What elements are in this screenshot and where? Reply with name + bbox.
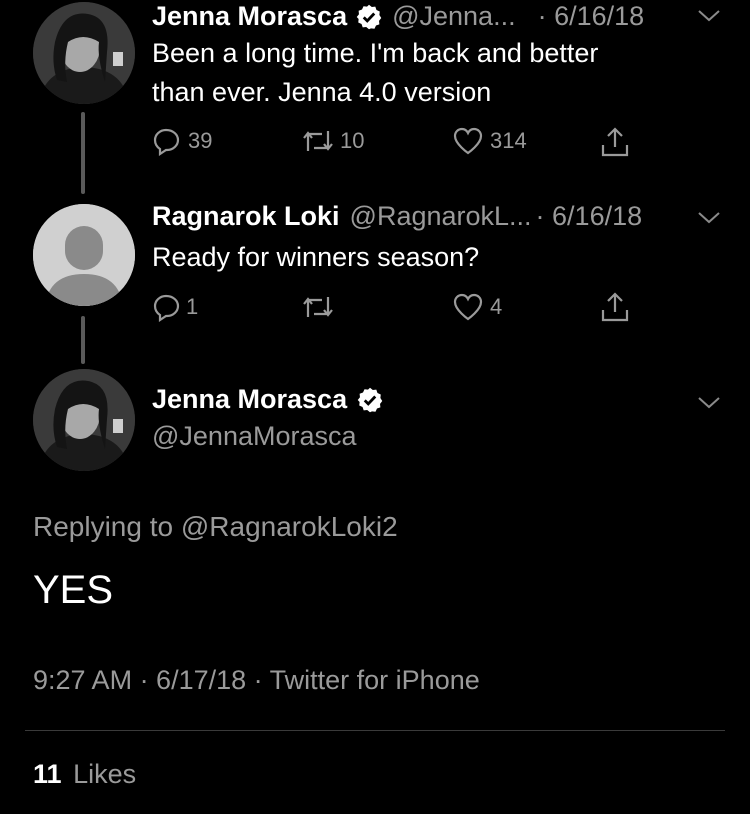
- reply-count: 1: [186, 294, 199, 319]
- main-tweet-text: YES: [33, 568, 114, 612]
- author-handle[interactable]: @RagnarokL...: [350, 201, 532, 232]
- reply-count: 39: [188, 128, 213, 153]
- verified-badge-icon: [356, 386, 384, 414]
- author-name[interactable]: Ragnarok Loki: [152, 201, 340, 232]
- reply-button[interactable]: 1: [152, 292, 198, 322]
- thread-connector: [81, 316, 85, 364]
- retweet-icon: [300, 292, 336, 322]
- retweet-button[interactable]: 10: [300, 126, 364, 156]
- tweet-date[interactable]: · 6/16/18: [536, 201, 643, 232]
- heart-icon: [452, 292, 484, 322]
- likes-label: Likes: [73, 759, 137, 789]
- reply-icon: [152, 126, 182, 156]
- tweet-text: Ready for winners season?: [152, 242, 480, 272]
- verified-badge-icon: [355, 3, 383, 31]
- heart-icon: [452, 126, 484, 156]
- profile-photo: [33, 369, 135, 471]
- author-handle[interactable]: @JennaMorasca: [152, 421, 357, 452]
- share-icon: [598, 290, 632, 324]
- avatar-jenna[interactable]: [33, 369, 135, 471]
- thread-connector: [81, 112, 85, 194]
- author-name[interactable]: Jenna Morasca: [152, 384, 347, 415]
- divider: [25, 730, 725, 731]
- share-icon: [598, 125, 632, 159]
- profile-photo: [33, 2, 135, 104]
- like-count: 314: [490, 128, 527, 153]
- likes-count: 11: [33, 759, 62, 789]
- retweet-icon: [300, 126, 336, 156]
- retweet-button[interactable]: [300, 292, 336, 322]
- retweet-count: 10: [340, 128, 365, 153]
- author-handle[interactable]: @Jenna...: [392, 1, 515, 32]
- like-button[interactable]: 4: [452, 292, 502, 322]
- replying-to-link[interactable]: @RagnarokLoki2: [181, 511, 398, 542]
- tweet-meta: 9:27 AM · 6/17/18 · Twitter for iPhone: [33, 665, 480, 695]
- tweet-text: Been a long time. I'm back and better th…: [152, 38, 599, 107]
- chevron-down-icon[interactable]: [697, 210, 721, 231]
- author-name[interactable]: Jenna Morasca: [152, 1, 347, 32]
- avatar-default[interactable]: [33, 204, 135, 306]
- reply-button[interactable]: 39: [152, 126, 212, 156]
- like-count: 4: [490, 294, 503, 319]
- share-button[interactable]: [598, 125, 632, 159]
- default-profile-icon: [33, 204, 135, 306]
- share-button[interactable]: [598, 290, 632, 324]
- tweet-date[interactable]: · 6/16/18: [538, 1, 645, 32]
- avatar-jenna[interactable]: [33, 2, 135, 104]
- likes-summary[interactable]: 11 Likes: [33, 759, 136, 790]
- chevron-down-icon[interactable]: [697, 8, 721, 29]
- like-button[interactable]: 314: [452, 126, 527, 156]
- replying-to-line: Replying to @RagnarokLoki2: [33, 511, 398, 542]
- chevron-down-icon[interactable]: [697, 395, 721, 416]
- reply-icon: [152, 292, 182, 322]
